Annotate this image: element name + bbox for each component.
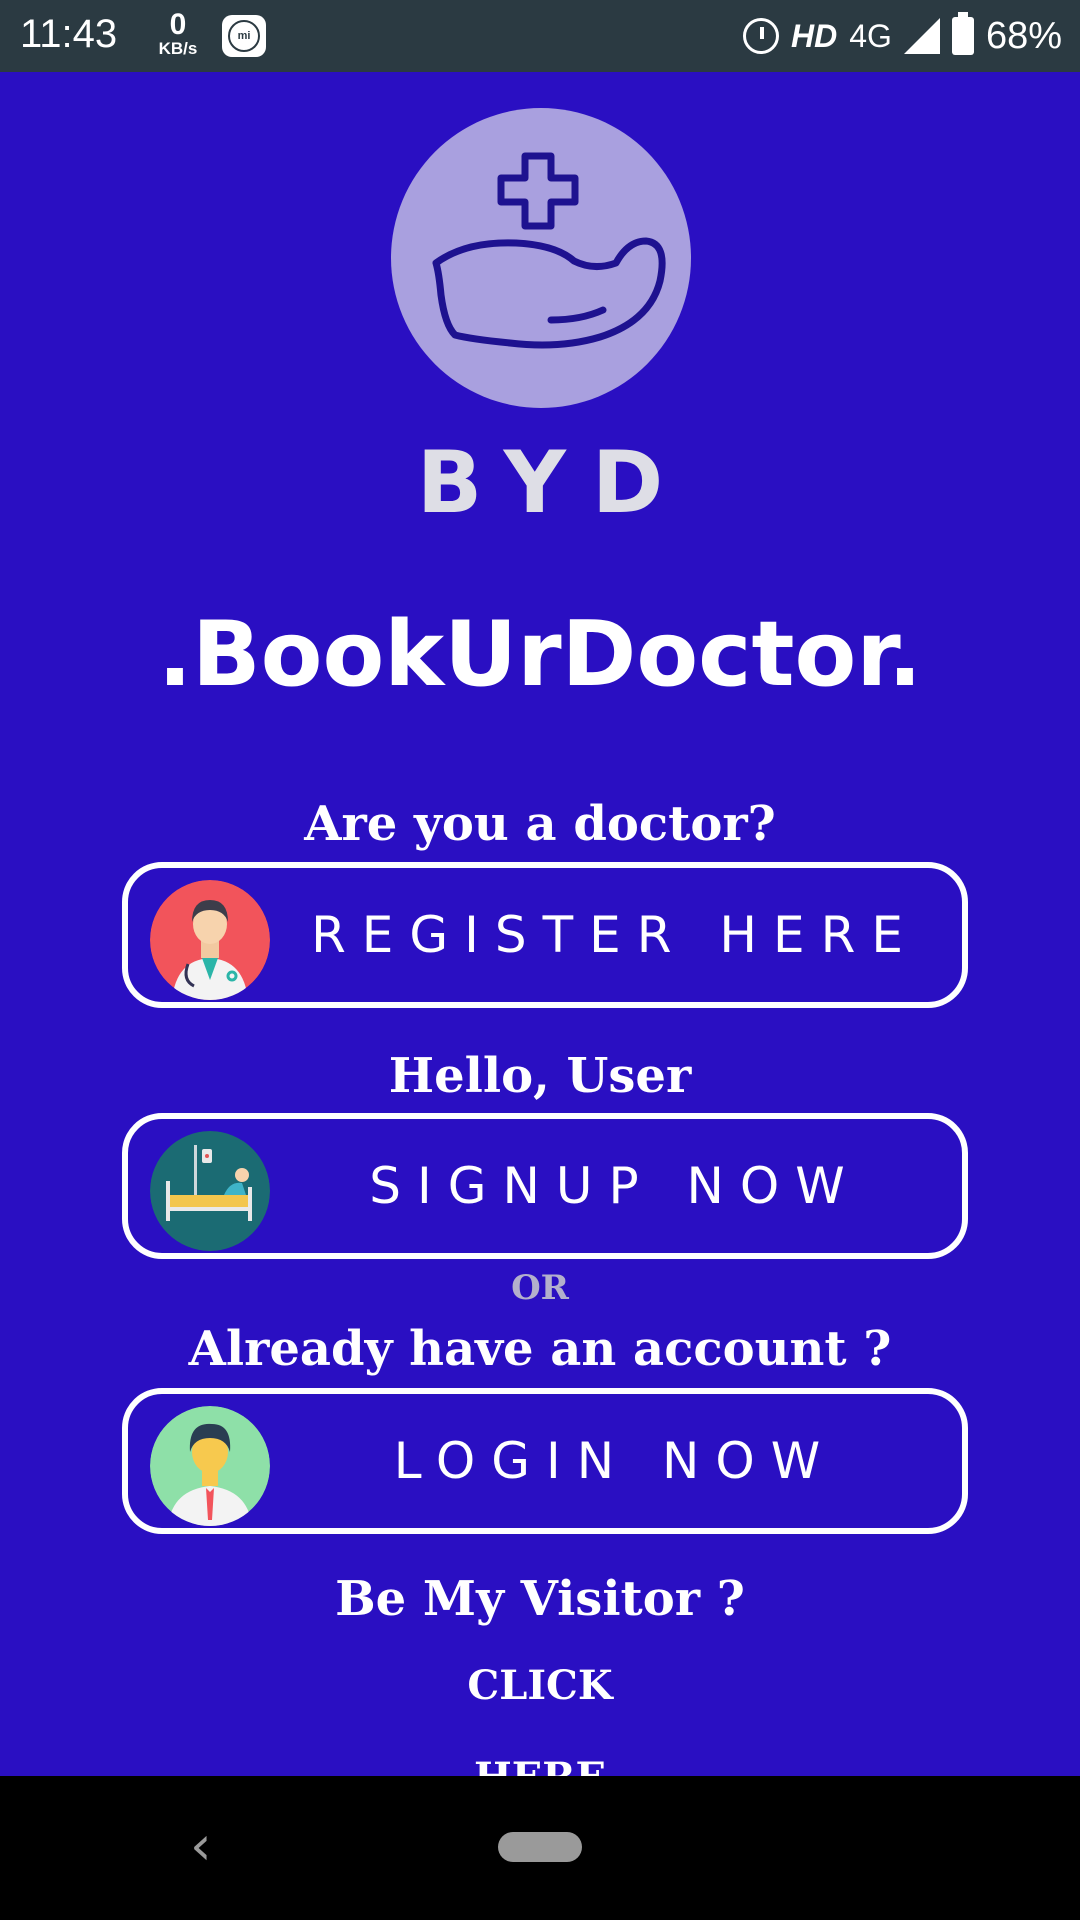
visitor-prompt: Be My Visitor ? [335, 1571, 745, 1627]
register-here-label: REGISTER HERE [311, 906, 919, 964]
signup-now-label: SIGNUP NOW [369, 1157, 861, 1215]
signup-now-button[interactable]: SIGNUP NOW [122, 1113, 968, 1259]
signal-icon [903, 18, 940, 54]
status-time: 11:43 [20, 12, 118, 56]
patient-bed-icon [150, 1131, 270, 1251]
medical-hand-icon [432, 152, 666, 349]
login-now-button[interactable]: LOGIN NOW [122, 1388, 968, 1534]
status-bar: 11:43 0 KB/s mi HD 4G 68% [0, 0, 1080, 72]
network-type: 4G [849, 17, 892, 54]
user-greeting: Hello, User [388, 1048, 692, 1104]
login-prompt: Already have an account ? [188, 1321, 892, 1377]
hd-badge: HD [791, 17, 838, 54]
or-separator: OR [511, 1268, 569, 1308]
user-avatar-icon [150, 1406, 270, 1526]
register-here-button[interactable]: REGISTER HERE [122, 862, 968, 1008]
navigation-bar: ‹ [0, 1776, 1080, 1920]
network-speed: 0 KB/s [152, 8, 204, 58]
battery-icon [951, 12, 974, 55]
network-speed-value: 0 [169, 8, 187, 41]
status-icons: HD 4G 68% [743, 12, 1062, 60]
network-speed-unit: KB/s [158, 39, 198, 58]
back-icon[interactable]: ‹ [190, 1816, 230, 1876]
click-here-link[interactable]: CLICK HERE [405, 1640, 675, 1801]
home-pill-icon[interactable] [498, 1832, 582, 1862]
doctor-prompt: Are you a doctor? [304, 796, 776, 852]
logo-initials: BYD [416, 433, 690, 533]
doctor-avatar-icon [150, 880, 270, 1000]
app-title: .BookUrDoctor. [157, 602, 923, 707]
mi-notification-icon: mi [222, 15, 266, 57]
alarm-icon [743, 18, 780, 54]
battery-level: 68% [985, 14, 1062, 57]
login-now-label: LOGIN NOW [393, 1432, 837, 1490]
app-logo [391, 108, 691, 408]
